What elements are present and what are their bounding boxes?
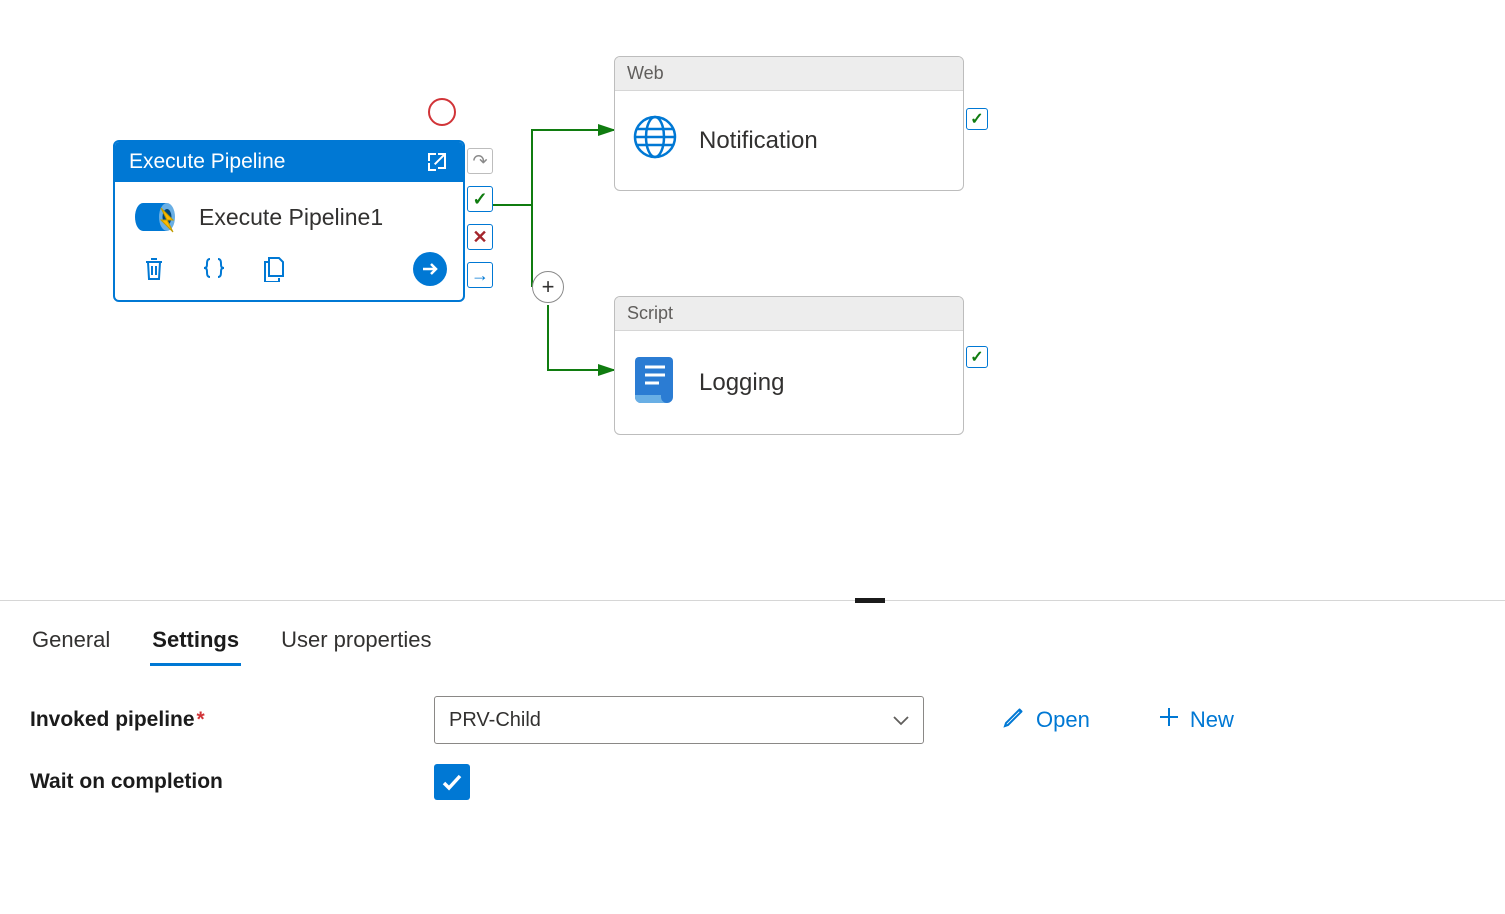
port-skip[interactable]: ↷: [467, 148, 493, 174]
tab-general[interactable]: General: [30, 621, 112, 666]
activity-name-label: Notification: [699, 127, 818, 155]
new-label: New: [1190, 707, 1234, 733]
web-icon: [631, 113, 679, 168]
status-success-badge: ✓: [966, 108, 988, 130]
pipeline-canvas[interactable]: Execute Pipeline Execute Pipeline1: [0, 0, 1505, 600]
required-star: *: [197, 708, 205, 731]
activity-type-label: Execute Pipeline: [129, 150, 285, 174]
chevron-down-icon: [893, 710, 909, 731]
wait-on-completion-checkbox[interactable]: [434, 764, 470, 800]
wait-on-completion-label: Wait on completion: [30, 770, 410, 794]
activity-type-label: Web: [615, 57, 963, 91]
open-pipeline-button[interactable]: Open: [1002, 705, 1090, 735]
execute-pipeline-icon: [133, 198, 181, 236]
activity-body: Notification: [615, 91, 963, 190]
row-wait-on-completion: Wait on completion: [30, 764, 1475, 800]
activity-body: Logging: [615, 331, 963, 434]
output-ports: ↷ ✓ ✕ →: [467, 148, 493, 288]
resize-handle[interactable]: [855, 598, 885, 603]
open-in-new-icon[interactable]: [425, 150, 449, 174]
activity-name-label: Logging: [699, 369, 784, 397]
script-icon: [631, 353, 679, 412]
trash-icon[interactable]: [139, 254, 169, 284]
curly-braces-icon[interactable]: [199, 254, 229, 284]
activity-toolbar: [115, 246, 463, 300]
activity-web[interactable]: Web Notification: [614, 56, 964, 191]
pencil-icon: [1002, 705, 1026, 735]
select-value: PRV-Child: [449, 709, 541, 732]
panel-divider: [0, 600, 1505, 601]
invoked-pipeline-label: Invoked pipeline*: [30, 708, 410, 732]
label-text: Invoked pipeline: [30, 708, 195, 731]
copy-page-icon[interactable]: [259, 254, 289, 284]
status-success-badge: ✓: [966, 346, 988, 368]
row-invoked-pipeline: Invoked pipeline* PRV-Child Open New: [30, 696, 1475, 744]
activity-header: Execute Pipeline: [115, 142, 463, 182]
activity-execute-pipeline[interactable]: Execute Pipeline Execute Pipeline1: [113, 140, 465, 302]
activity-type-label: Script: [615, 297, 963, 331]
tab-user-properties[interactable]: User properties: [279, 621, 433, 666]
plus-icon: [1158, 706, 1180, 734]
arrow-right-circle-icon[interactable]: [413, 252, 447, 286]
port-completion[interactable]: →: [467, 262, 493, 288]
activity-name-label: Execute Pipeline1: [199, 204, 383, 231]
new-pipeline-button[interactable]: New: [1158, 706, 1234, 734]
open-label: Open: [1036, 707, 1090, 733]
tab-settings[interactable]: Settings: [150, 621, 241, 666]
breakpoint-indicator[interactable]: [428, 98, 456, 126]
port-success[interactable]: ✓: [467, 186, 493, 212]
activity-body: Execute Pipeline1: [115, 182, 463, 246]
panel-tabs: General Settings User properties: [30, 621, 1475, 666]
port-failure[interactable]: ✕: [467, 224, 493, 250]
add-activity-node[interactable]: +: [532, 271, 564, 303]
invoked-pipeline-select[interactable]: PRV-Child: [434, 696, 924, 744]
settings-panel: General Settings User properties Invoked…: [0, 601, 1505, 840]
activity-script[interactable]: Script Logging: [614, 296, 964, 435]
